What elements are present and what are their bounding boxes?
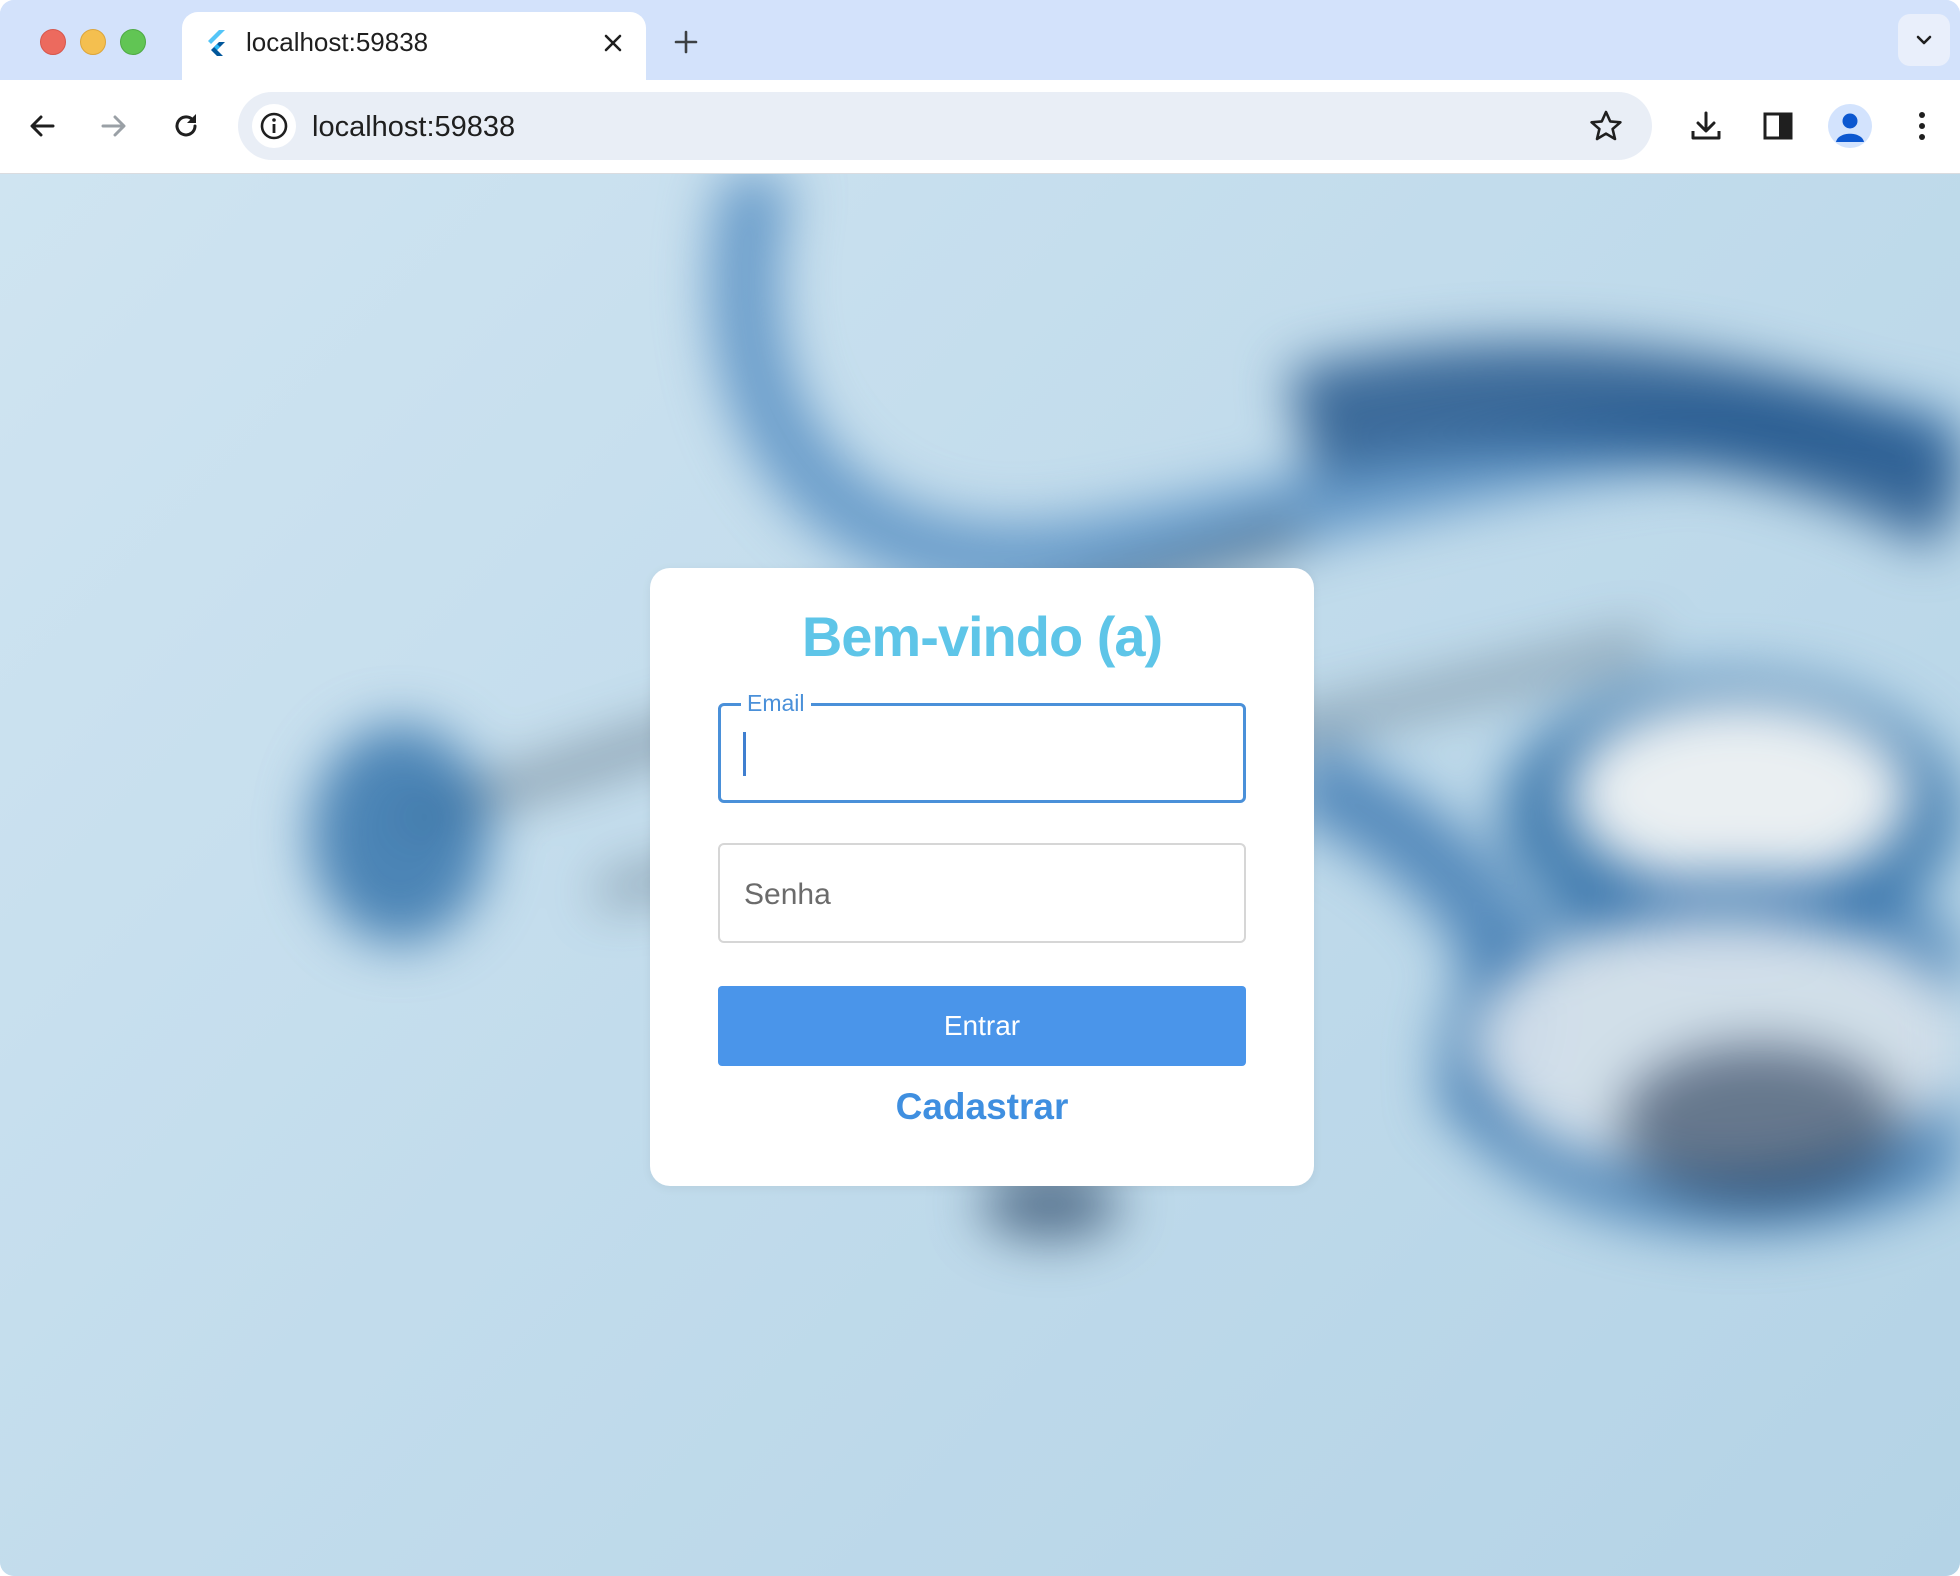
browser-toolbar: localhost:59838 (0, 80, 1960, 174)
browser-window: localhost:59838 localhost:59838 Bem-vind… (0, 0, 1960, 1576)
tab-title: localhost:59838 (246, 27, 429, 57)
text-caret (743, 732, 746, 776)
page-viewport: Bem-vindo (a) Email Senha Entrar Cadastr… (0, 174, 1960, 1576)
back-arrow-icon[interactable] (18, 102, 66, 150)
page-title: Bem-vindo (a) (801, 605, 1163, 668)
more-menu-icon[interactable] (1898, 102, 1946, 150)
tab-strip: localhost:59838 (0, 0, 1960, 80)
password-field[interactable]: Senha (718, 843, 1246, 943)
bookmark-star-icon[interactable] (1586, 106, 1626, 146)
forward-arrow-icon[interactable] (90, 102, 138, 150)
maximize-window-button[interactable] (120, 29, 146, 55)
register-link[interactable]: Cadastrar (650, 1086, 1314, 1128)
tab-search-icon[interactable] (1898, 14, 1950, 66)
flutter-icon (202, 28, 232, 58)
browser-tab[interactable]: localhost:59838 (182, 12, 646, 80)
password-placeholder: Senha (744, 878, 831, 911)
site-info-icon[interactable] (252, 104, 296, 148)
side-panel-icon[interactable] (1754, 102, 1802, 150)
reload-icon[interactable] (162, 102, 210, 150)
profile-avatar-icon[interactable] (1828, 104, 1872, 148)
minimize-window-button[interactable] (80, 29, 106, 55)
login-card: Bem-vindo (a) Email Senha Entrar Cadastr… (650, 568, 1314, 1186)
download-icon[interactable] (1682, 102, 1730, 150)
address-bar[interactable]: localhost:59838 (238, 92, 1652, 160)
login-button[interactable]: Entrar (718, 986, 1246, 1066)
close-tab-icon[interactable] (596, 26, 630, 60)
url-text: localhost:59838 (312, 111, 516, 143)
new-tab-icon[interactable] (666, 22, 706, 62)
email-field[interactable]: Email (718, 690, 1246, 803)
close-window-button[interactable] (40, 29, 66, 55)
email-label: Email (741, 690, 811, 717)
